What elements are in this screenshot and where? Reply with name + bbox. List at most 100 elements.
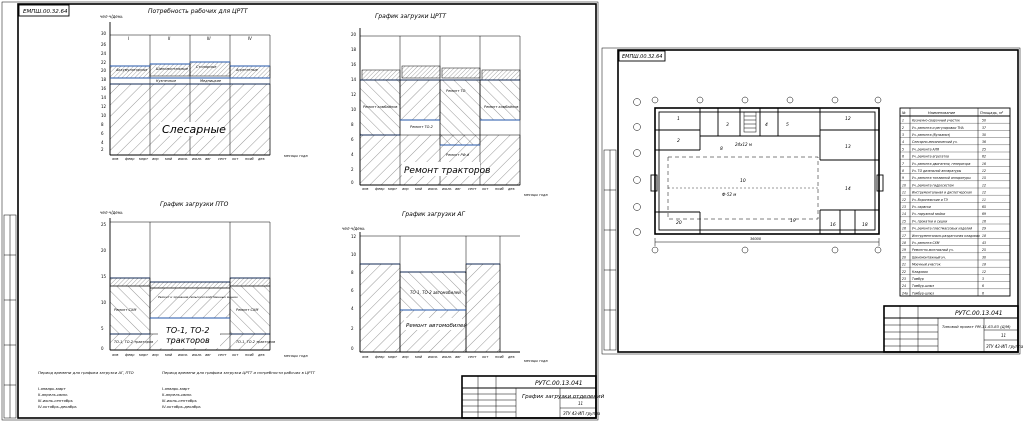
table-cell-area: 6 <box>982 291 984 295</box>
chart-to-load: График загрузки ПТО чел-ч/день 25 20 15 … <box>100 201 308 358</box>
svg-text:авг: авг <box>455 187 461 191</box>
svg-text:График загрузки отделений: График загрузки отделений <box>522 394 605 400</box>
table-cell-area: 12 <box>982 270 986 274</box>
binding-strip-1 <box>3 214 17 419</box>
svg-text:4: 4 <box>765 122 768 128</box>
svg-text:ЗТУ 43-ИП группа: ЗТУ 43-ИП группа <box>986 344 1024 349</box>
svg-text:месяцы года: месяцы года <box>524 193 548 197</box>
svg-text:Ремонт и хранение сельскохозяй: Ремонт и хранение сельскохозяйственных м… <box>158 295 238 299</box>
table-cell-number: 16 <box>902 227 906 231</box>
svg-text:янв: янв <box>112 353 118 357</box>
svg-text:ТО-1, ТО-2 автомобилей: ТО-1, ТО-2 автомобилей <box>410 290 461 295</box>
svg-text:6: 6 <box>351 137 354 142</box>
table-cell-number: 1 <box>902 119 904 123</box>
table-cell-area: 3 <box>982 277 984 281</box>
svg-text:5: 5 <box>786 122 789 128</box>
svg-text:чел-ч/день: чел-ч/день <box>100 210 123 215</box>
table-cell-number: 10 <box>902 183 906 187</box>
svg-text:0: 0 <box>351 180 354 185</box>
svg-text:14: 14 <box>101 95 107 100</box>
svg-text:дек: дек <box>257 353 266 357</box>
svg-text:13: 13 <box>845 144 851 150</box>
table-cell-area: 15 <box>982 176 986 180</box>
table-cell-number: 23 <box>902 277 906 281</box>
table-cell-area: 29 <box>982 227 986 231</box>
svg-text:IV-октябрь-декабрь: IV-октябрь-декабрь <box>38 404 77 409</box>
svg-text:24: 24 <box>101 51 107 56</box>
table-cell-number: 12 <box>902 198 906 202</box>
table-cell-area: 69 <box>982 212 986 216</box>
table-cell-area: 25 <box>982 248 986 252</box>
svg-text:Ремонт СХМ: Ремонт СХМ <box>114 308 136 312</box>
table-cell-area: 12 <box>982 191 986 195</box>
svg-text:Столярные: Столярные <box>196 65 216 69</box>
svg-text:янв: янв <box>362 187 368 191</box>
table-cell-name: Тамбур-шлюз <box>912 284 934 288</box>
svg-text:2: 2 <box>351 167 354 172</box>
svg-text:2: 2 <box>677 138 680 144</box>
svg-text:сент: сент <box>468 187 477 191</box>
table-cell-name: Уч. ремонта и регулировки ТНА <box>912 126 964 130</box>
table-cell-number: 19 <box>902 248 906 252</box>
svg-text:0: 0 <box>101 346 104 351</box>
table-cell-area: 18 <box>982 234 986 238</box>
table-cell-number: 13 <box>902 205 906 209</box>
svg-text:12: 12 <box>351 92 357 97</box>
table-cell-name: Слесарно-механический уч. <box>912 140 958 144</box>
svg-text:Кузнечные: Кузнечные <box>156 79 176 83</box>
table-cell-number: 21 <box>902 263 906 267</box>
table-cell-name: Кладовая <box>912 270 928 274</box>
chart-title: График загрузки АГ <box>402 211 465 218</box>
table-cell-name: Кузнечно-сварочный участок <box>912 119 960 123</box>
drawing-canvas: ЕМПШ.00.32.64 Потребность рабочих для ЦР… <box>1 1 1024 421</box>
title-block-2: РУТС.00.13.041 Типовой проект РМ-11.63.8… <box>883 305 1024 353</box>
svg-text:июнь: июнь <box>428 187 438 191</box>
chart-main-label: ТО-1, ТО-2 тракторов <box>166 326 210 345</box>
svg-text:20: 20 <box>101 68 107 73</box>
svg-text:18: 18 <box>351 47 357 52</box>
svg-text:II-апрель-июнь: II-апрель-июнь <box>38 392 68 397</box>
svg-text:сент: сент <box>218 157 227 161</box>
svg-text:3: 3 <box>726 122 729 128</box>
table-cell-number: 9 <box>902 176 904 180</box>
table-cell-name: Уч. Воронежские и ТЭ <box>912 198 949 202</box>
svg-text:июль: июль <box>192 353 202 357</box>
svg-text:Ремонт комбайнов: Ремонт комбайнов <box>363 105 397 109</box>
svg-text:20: 20 <box>351 32 357 37</box>
svg-text:10: 10 <box>101 300 107 305</box>
svg-text:0: 0 <box>351 346 354 351</box>
svg-text:Ремонт ТО-2: Ремонт ТО-2 <box>410 125 434 129</box>
svg-text:июль: июль <box>442 355 452 359</box>
svg-text:20: 20 <box>676 220 682 226</box>
svg-text:III: III <box>207 36 211 41</box>
svg-text:Ремонт комбайнов: Ремонт комбайнов <box>484 105 518 109</box>
svg-text:16: 16 <box>830 222 836 228</box>
svg-text:нояб: нояб <box>245 157 255 161</box>
svg-text:май: май <box>415 355 423 359</box>
svg-text:дек: дек <box>257 157 266 161</box>
table-cell-area: 6 <box>982 284 984 288</box>
svg-text:14: 14 <box>845 186 851 192</box>
svg-text:апр: апр <box>152 353 159 357</box>
svg-text:май: май <box>165 353 173 357</box>
svg-text:месяцы года: месяцы года <box>284 354 308 358</box>
svg-text:март: март <box>139 353 149 357</box>
svg-text:Ремонт РФ-й: Ремонт РФ-й <box>446 153 470 157</box>
svg-text:месяцы года: месяцы года <box>524 359 548 363</box>
svg-text:июль: июль <box>192 157 202 161</box>
table-cell-area: 36 <box>982 140 986 144</box>
svg-text:ЕМПШ.00.32.64: ЕМПШ.00.32.64 <box>622 54 662 60</box>
svg-text:окт: окт <box>482 355 489 359</box>
svg-text:16: 16 <box>351 62 357 67</box>
svg-text:месяцы года: месяцы года <box>284 154 308 158</box>
svg-text:февр: февр <box>375 187 385 191</box>
table-cell-name: Уч. окраски <box>912 205 931 209</box>
svg-text:IV-октябрь-декабрь: IV-октябрь-декабрь <box>162 404 201 409</box>
table-cell-number: 24a <box>902 291 908 295</box>
svg-text:апр: апр <box>402 187 409 191</box>
svg-text:12: 12 <box>351 234 357 239</box>
table-cell-area: 62 <box>982 155 986 159</box>
table-cell-name: Уч. ремонта двигателя, генератора <box>912 162 970 166</box>
table-cell-name: Уч. прокатки и сушки <box>912 219 947 223</box>
svg-text:II: II <box>168 36 171 41</box>
